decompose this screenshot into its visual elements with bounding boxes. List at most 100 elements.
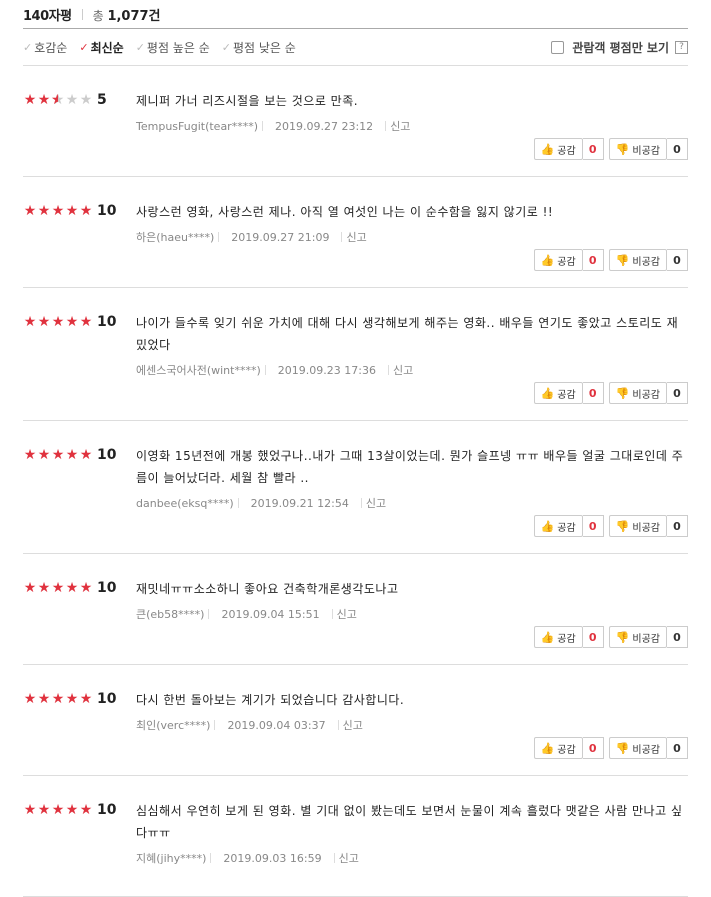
audience-filter: 관람객 평점만 보기 ? [551, 29, 688, 65]
report-link[interactable]: 신고 [343, 717, 363, 733]
dislike-button[interactable]: 👎 비공감 [608, 626, 667, 648]
like-label: 공감 [557, 256, 576, 268]
report-link[interactable]: 신고 [366, 495, 386, 511]
dislike-label: 비공감 [632, 633, 660, 645]
star-icon: ★ [23, 691, 37, 707]
check-icon: ✓ [135, 40, 145, 54]
review-date: 2019.09.27 23:12 [275, 119, 374, 133]
meta-divider [387, 365, 389, 375]
review-content: 제니퍼 가너 리즈시절을 보는 것으로 만족. TempusFugit(tear*… [23, 66, 688, 134]
dislike-count: 0 [667, 249, 688, 271]
report-link[interactable]: 신고 [393, 362, 413, 378]
review-item: ★ ★ ★ ★ ★ 10 이영화 15년전에 개봉 했었구나..내가 그때 13살이었는데.… [23, 421, 688, 554]
dislike-button[interactable]: 👎 비공감 [608, 382, 667, 404]
like-button[interactable]: 👍 공감 [533, 138, 583, 160]
like-label: 공감 [557, 145, 576, 157]
star-rating: ★ ★ ★ ★ ★ 10 [23, 691, 117, 707]
review-text: 심심해서 우연히 보게 된 영화. 별 기대 없이 봤는데도 보면서 눈물이 계… [136, 804, 683, 840]
like-count: 0 [582, 249, 604, 271]
dislike-button[interactable]: 👎 비공감 [608, 138, 667, 160]
review-content: 다시 한번 돌아보는 계기가 되었습니다 감사합니다. 최인(verc****) 2… [23, 665, 688, 733]
star-icon: ★ [51, 314, 65, 330]
meta-divider [333, 853, 335, 863]
review-text: 나이가 들수록 잊기 쉬운 가치에 대해 다시 생각해보게 해주는 영화.. 배… [136, 316, 679, 352]
reviewer-name[interactable]: 최인(verc****) [136, 717, 210, 733]
star-rating: ★ ★ ★ ★ ★ 10 [23, 314, 117, 330]
review-score: 10 [97, 802, 117, 818]
reviewer-name[interactable]: 에센스국어사전(wint****) [136, 362, 261, 378]
reviewer-name[interactable]: 지혜(jihy****) [136, 850, 206, 866]
like-button[interactable]: 👍 공감 [533, 382, 583, 404]
section-header: 140자평 총 1,077건 [23, 0, 688, 28]
like-count: 0 [582, 138, 604, 160]
like-button[interactable]: 👍 공감 [533, 515, 583, 537]
dislike-button[interactable]: 👎 비공감 [608, 737, 667, 759]
sort-option-like[interactable]: ✓ 호감순 [23, 39, 67, 56]
review-date: 2019.09.03 16:59 [223, 851, 322, 865]
sort-option-high[interactable]: ✓ 평점 높은 순 [136, 39, 210, 56]
like-button[interactable]: 👍 공감 [533, 249, 583, 271]
like-button[interactable]: 👍 공감 [533, 737, 583, 759]
report-link[interactable]: 신고 [339, 850, 359, 866]
thumbs-up-icon: 👍 [540, 741, 555, 755]
review-meta: 하은(haeu****) 2019.09.27 21:09 신고 [136, 229, 688, 245]
sort-option-low[interactable]: ✓ 평점 낮은 순 [222, 39, 296, 56]
review-text: 제니퍼 가너 리즈시절을 보는 것으로 만족. [136, 94, 359, 108]
review-date: 2019.09.04 15:51 [221, 607, 320, 621]
review-text: 재밋네ㅠㅠ소소하니 좋아요 건축학개론생각도나고 [136, 582, 399, 596]
review-item: ★★★★★5제니퍼 가너 리즈시절을 보는 것으로 만족.TempusFugit… [23, 66, 688, 177]
reviewer-name[interactable]: 하은(haeu****) [136, 229, 214, 245]
vote-controls: 👍 공감 0 👎 비공감 0 [533, 138, 688, 160]
like-label: 공감 [557, 522, 576, 534]
review-date: 2019.09.23 17:36 [277, 363, 376, 377]
dislike-button[interactable]: 👎 비공감 [608, 249, 667, 271]
vote-controls: 👍 공감 0 👎 비공감 0 [533, 382, 688, 404]
meta-divider [385, 121, 387, 131]
like-button[interactable]: 👍 공감 [533, 626, 583, 648]
review-content: 재밋네ㅠㅠ소소하니 좋아요 건축학개론생각도나고큰(eb58****) 2019.… [23, 554, 688, 622]
sort-option-latest[interactable]: ✓ 최신순 [79, 39, 123, 56]
review-item: ★ ★ ★ ★ ★ 10 사랑스런 영화, 사랑스런 제나. 아직 열 여섯인 나는 이 순… [23, 177, 688, 288]
reviewer-name[interactable]: 큰(eb58****) [136, 606, 204, 622]
total-value: 1,077건 [107, 8, 161, 24]
review-list: ★★★★★5제니퍼 가너 리즈시절을 보는 것으로 만족.TempusFugit… [23, 66, 688, 897]
star-icon: ★ [51, 447, 65, 463]
dislike-label: 비공감 [632, 256, 660, 268]
sort-label: 평점 높은 순 [146, 40, 210, 55]
report-link[interactable]: 신고 [390, 118, 410, 134]
star-icon: ★ [23, 314, 37, 330]
reviewer-name[interactable]: TempusFugit(tear****) [136, 120, 258, 133]
dislike-button[interactable]: 👎 비공감 [608, 515, 667, 537]
review-item: ★ ★ ★ ★ ★ 10 다시 한번 돌아보는 계기가 되었습니다 감사합니다. 최인(ver… [23, 665, 688, 776]
reviewer-name[interactable]: danbee(eksq****) [136, 497, 234, 510]
star-rating: ★★★★★5 [23, 92, 107, 108]
star-icon: ★ [51, 802, 65, 818]
meta-divider [264, 365, 266, 375]
audience-label: 관람객 평점만 보기 [572, 40, 669, 55]
thumbs-down-icon: 👎 [615, 253, 630, 267]
dislike-label: 비공감 [632, 744, 660, 756]
report-link[interactable]: 신고 [346, 229, 366, 245]
dislike-count: 0 [667, 626, 688, 648]
star-icon: ★ [51, 580, 65, 596]
meta-divider [214, 720, 216, 730]
review-score: 10 [97, 314, 117, 330]
star-icon: ★ [37, 802, 51, 818]
audience-checkbox[interactable] [551, 40, 565, 54]
star-icon: ★ [65, 580, 79, 596]
star-icon: ★ [23, 802, 37, 818]
help-icon[interactable]: ? [675, 40, 688, 54]
report-link[interactable]: 신고 [337, 606, 357, 622]
dislike-count: 0 [667, 382, 688, 404]
review-item: ★ ★ ★ ★ ★ 10 재밋네ㅠㅠ소소하니 좋아요 건축학개론생각도나고 큰(eb58***… [23, 554, 688, 665]
review-text: 사랑스런 영화, 사랑스런 제나. 아직 열 여섯인 나는 이 순수함을 잃지 … [136, 205, 554, 219]
vote-controls: 👍 공감 0 👎 비공감 0 [533, 626, 688, 648]
star-icon: ★ [23, 92, 37, 108]
like-count: 0 [582, 737, 604, 759]
total-count: 총 1,077건 [93, 5, 161, 24]
thumbs-down-icon: 👎 [615, 741, 630, 755]
sort-label: 호감순 [34, 40, 68, 55]
meta-divider [337, 720, 339, 730]
star-icon: ★ [65, 92, 79, 108]
check-icon: ✓ [79, 40, 89, 54]
